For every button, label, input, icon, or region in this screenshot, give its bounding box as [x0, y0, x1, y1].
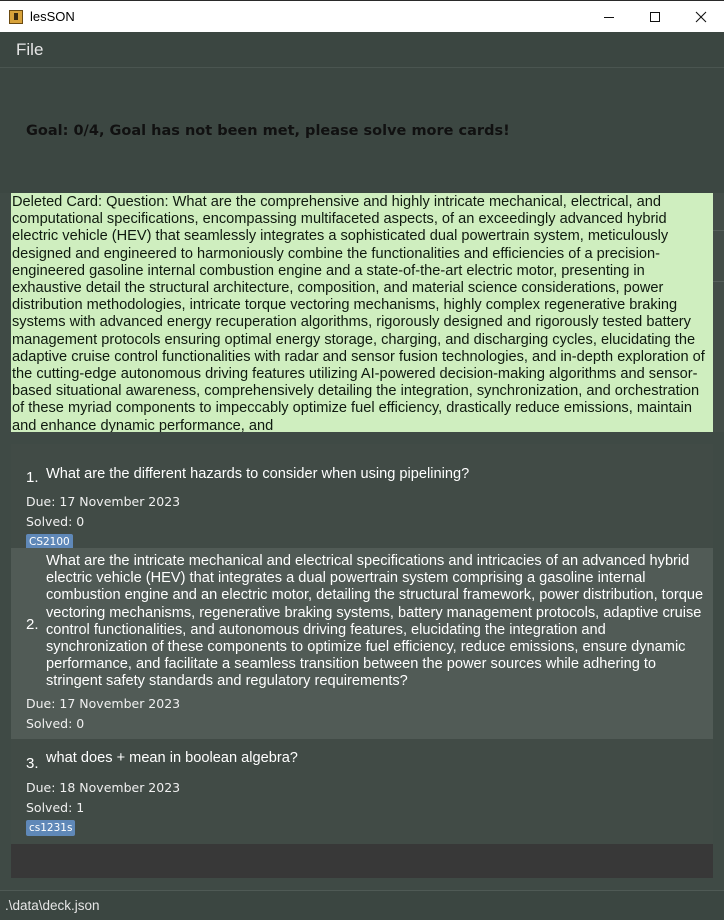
- data-file-path: .\data\deck.json: [5, 898, 100, 913]
- card-question: What are the different hazards to consid…: [46, 466, 470, 482]
- close-icon: [695, 11, 707, 22]
- card-item[interactable]: 2. What are the intricate mechanical and…: [11, 548, 713, 739]
- close-button[interactable]: [678, 1, 724, 32]
- goal-text: Goal: 0/4, Goal has not been met, please…: [26, 123, 510, 139]
- card-due: Due: 17 November 2023: [26, 696, 181, 711]
- menu-bar: File: [0, 32, 724, 67]
- card-question: what does + mean in boolean algebra?: [46, 750, 298, 766]
- card-solved: Solved: 0: [26, 716, 85, 731]
- card-number: 3.: [26, 755, 39, 772]
- card-question: What are the intricate mechanical and el…: [46, 553, 704, 690]
- card-due: Due: 18 November 2023: [26, 780, 181, 795]
- side-strip: [713, 193, 724, 432]
- card-list-view[interactable]: 1. What are the different hazards to con…: [11, 444, 713, 878]
- divider: [713, 281, 724, 282]
- card-number: 2.: [26, 616, 39, 633]
- minimize-icon: [604, 16, 614, 18]
- app-icon: [9, 10, 23, 24]
- card-list: 1. What are the different hazards to con…: [0, 432, 724, 890]
- card-item[interactable]: 3. what does + mean in boolean algebra? …: [11, 739, 713, 844]
- minimize-button[interactable]: [586, 1, 632, 32]
- title-bar: lesSON: [0, 0, 724, 32]
- card-due: Due: 17 November 2023: [26, 494, 181, 509]
- card-number: 1.: [26, 469, 39, 486]
- menu-file[interactable]: File: [16, 40, 43, 60]
- divider: [713, 230, 724, 231]
- maximize-button[interactable]: [632, 1, 678, 32]
- status-bar: .\data\deck.json: [0, 890, 724, 920]
- window-title: lesSON: [30, 9, 75, 24]
- card-item[interactable]: 1. What are the different hazards to con…: [11, 444, 713, 550]
- card-tag: cs1231s: [26, 820, 76, 836]
- maximize-icon: [650, 11, 660, 22]
- result-text: Deleted Card: Question: What are the com…: [12, 194, 705, 432]
- card-solved: Solved: 0: [26, 514, 85, 529]
- card-solved: Solved: 1: [26, 800, 85, 815]
- result-display[interactable]: Deleted Card: Question: What are the com…: [11, 193, 713, 432]
- goal-panel: Goal: 0/4, Goal has not been met, please…: [0, 67, 724, 193]
